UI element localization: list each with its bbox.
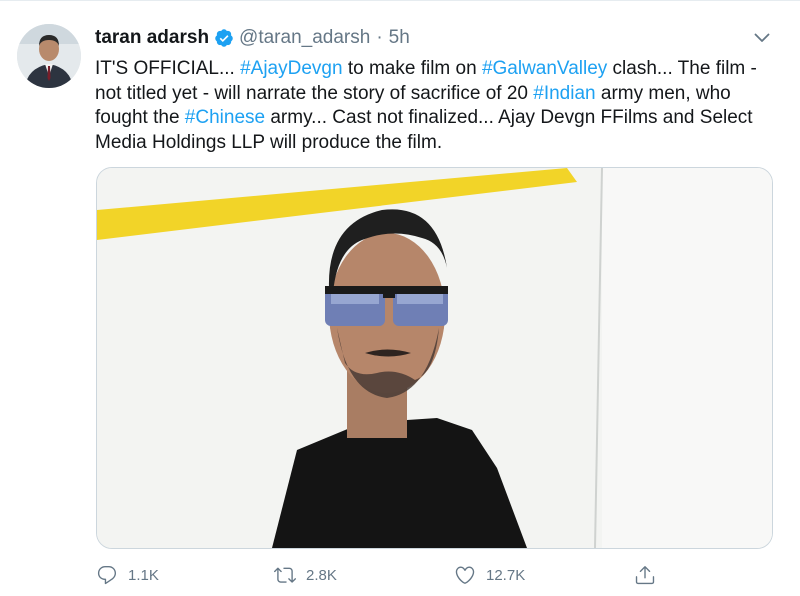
tweet-text-segment: not titled yet - will narrate the story … — [95, 82, 534, 104]
tweet-text-line: not titled yet - will narrate the story … — [95, 82, 785, 107]
reply-count: 1.1K — [128, 566, 159, 584]
tweet-text-segment: fought the — [95, 107, 185, 128]
hashtag-link[interactable]: #Chinese — [185, 107, 265, 128]
tweet-text-line: fought the #Chinese army... Cast not fin… — [95, 106, 785, 131]
share-button[interactable] — [634, 560, 656, 590]
avatar[interactable] — [17, 24, 81, 88]
heart-icon — [454, 564, 476, 586]
hashtag-link[interactable]: #Indian — [533, 83, 595, 104]
tweet-header: taran adarsh @taran_adarsh · 5h — [95, 26, 410, 50]
avatar-image — [17, 24, 81, 88]
tweet-text-segment: Media Holdings LLP will produce the film… — [95, 131, 443, 153]
more-options-caret-icon[interactable] — [752, 28, 772, 48]
tweet-text-segment: army men, who — [595, 82, 731, 104]
retweet-button[interactable]: 2.8K — [274, 560, 337, 590]
tweet-text: IT'S OFFICIAL... #AjayDevgn to make film… — [95, 57, 785, 155]
handle[interactable]: @taran_adarsh — [239, 27, 370, 49]
hashtag-link[interactable]: #GalwanValley — [482, 58, 607, 79]
hashtag-link[interactable]: #AjayDevgn — [240, 58, 342, 79]
reply-icon — [96, 564, 118, 586]
top-divider — [0, 0, 800, 1]
tweet-text-segment: clash... The film - — [607, 58, 757, 79]
share-icon — [634, 564, 656, 586]
separator-dot: · — [376, 27, 383, 48]
display-name[interactable]: taran adarsh — [95, 27, 209, 49]
reply-button[interactable]: 1.1K — [96, 560, 159, 590]
tweet-text-segment: IT'S OFFICIAL... — [95, 58, 241, 79]
tweet-actions: 1.1K 2.8K 12.7K — [96, 560, 696, 590]
timestamp[interactable]: 5h — [389, 27, 410, 49]
verified-badge-icon — [214, 28, 234, 48]
tweet-media-photo[interactable] — [96, 167, 773, 549]
photo-man-sunglasses — [97, 168, 772, 548]
like-count: 12.7K — [486, 566, 526, 584]
tweet-text-segment: to make film on — [342, 58, 482, 79]
retweet-count: 2.8K — [306, 566, 337, 584]
retweet-icon — [274, 564, 296, 586]
tweet-text-line: Media Holdings LLP will produce the film… — [95, 131, 785, 156]
tweet-text-segment: army... Cast not finalized... Ajay Devgn… — [265, 107, 753, 128]
tweet-text-line: IT'S OFFICIAL... #AjayDevgn to make film… — [95, 57, 785, 82]
like-button[interactable]: 12.7K — [454, 560, 525, 590]
